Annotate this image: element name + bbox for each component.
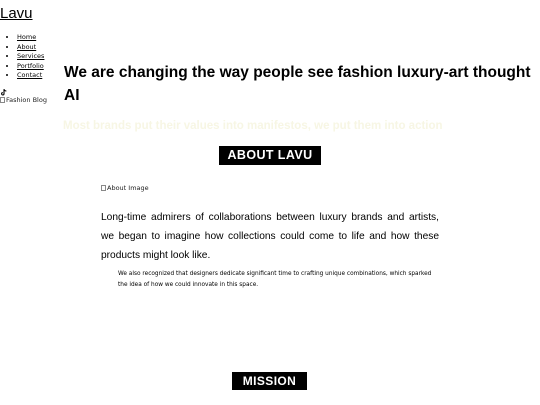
nav-link-contact[interactable]: Contact	[17, 71, 42, 79]
fashion-blog-image-alt: Fashion Blog	[6, 96, 47, 104]
broken-image-icon	[101, 185, 106, 191]
nav-link-home[interactable]: Home	[17, 33, 36, 41]
nav-item-services: Services	[17, 52, 44, 62]
mission-heading: MISSION	[232, 372, 307, 390]
site-logo-link[interactable]: Lavu	[0, 5, 33, 22]
hero-subtitle: Most brands put their values into manife…	[63, 120, 443, 132]
nav-item-about: About	[17, 43, 44, 53]
hero-title: We are changing the way people see fashi…	[64, 64, 531, 104]
about-paragraph-secondary: We also recognized that designers dedica…	[118, 271, 432, 288]
nav-link-services[interactable]: Services	[17, 52, 44, 60]
nav-link-about[interactable]: About	[17, 43, 36, 51]
nav-item-home: Home	[17, 33, 44, 43]
nav-item-contact: Contact	[17, 71, 44, 81]
about-image: About Image	[101, 184, 149, 192]
broken-image-icon	[0, 97, 5, 103]
nav-item-portfolio: Portfolio	[17, 62, 44, 72]
fashion-blog-image: Fashion Blog	[0, 96, 47, 104]
about-heading: ABOUT LAVU	[219, 146, 321, 165]
main-nav: Home About Services Portfolio Contact	[7, 33, 44, 81]
about-paragraph-primary: Long-time admirers of collaborations bet…	[101, 212, 439, 261]
nav-link-portfolio[interactable]: Portfolio	[17, 62, 44, 70]
about-image-alt: About Image	[107, 184, 149, 192]
